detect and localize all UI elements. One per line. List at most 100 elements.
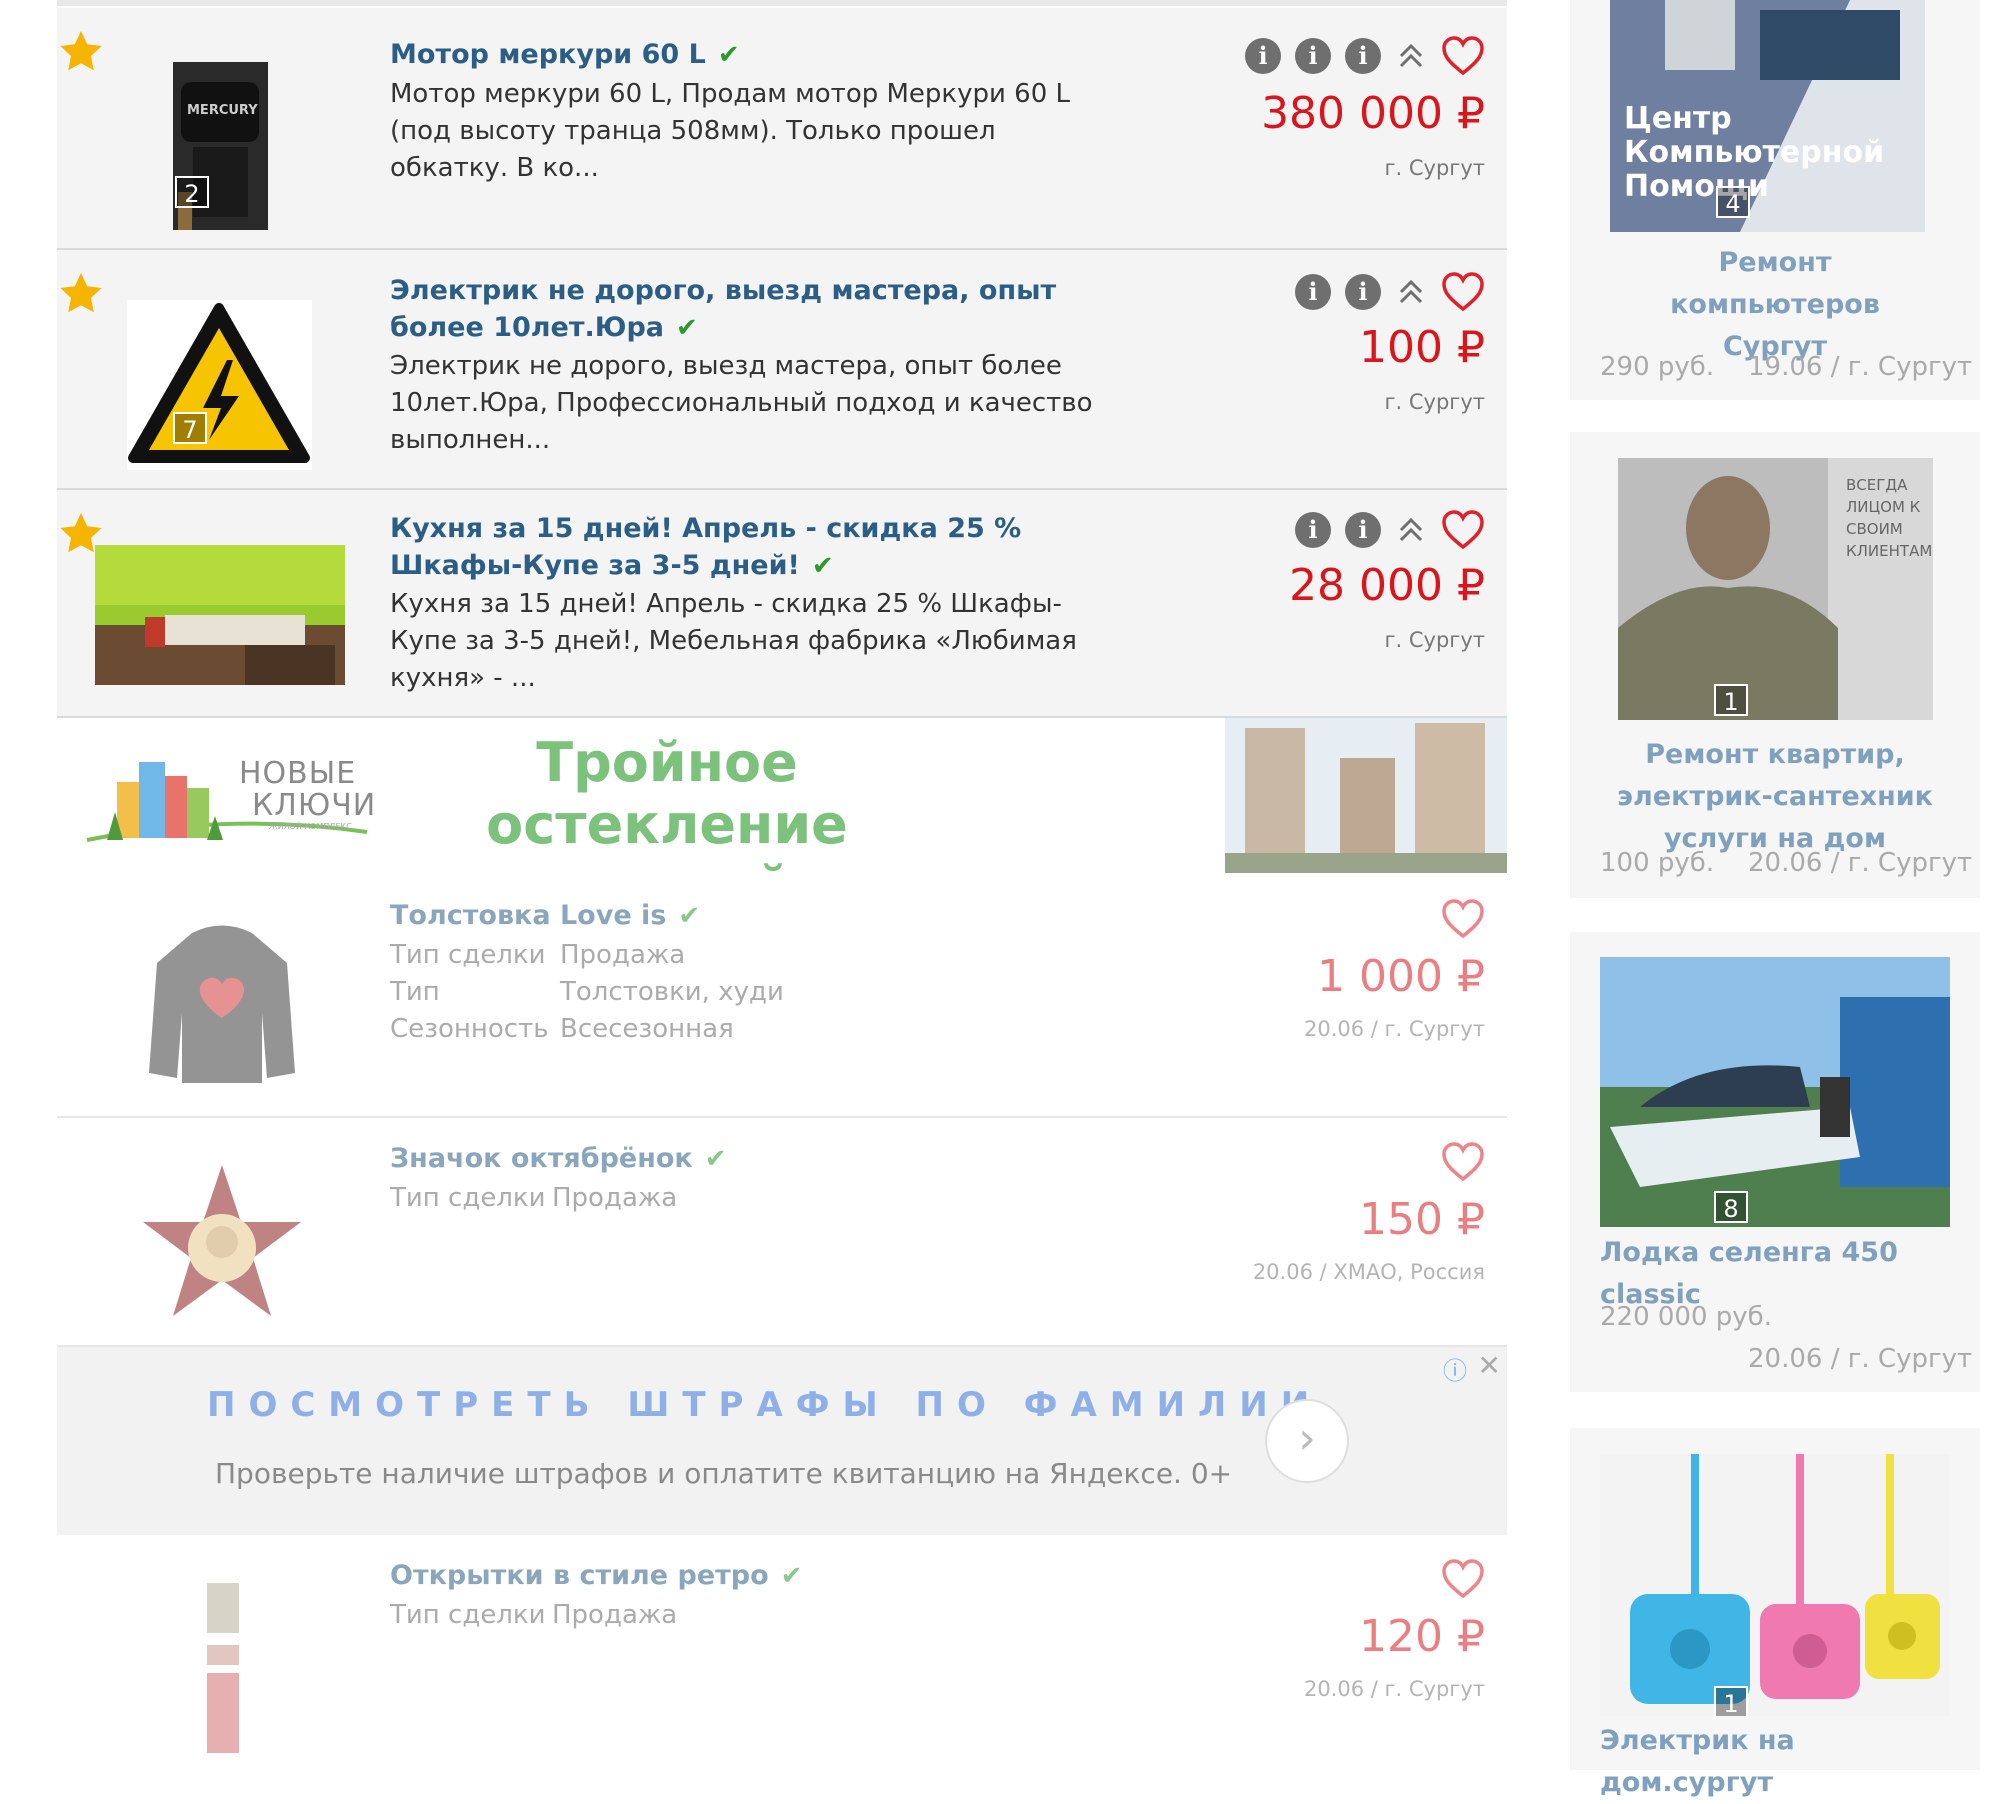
verified-check-icon: ✔ <box>780 1561 803 1591</box>
listing-meta: 20.06 / ХМАО, Россия <box>1252 1260 1485 1284</box>
sidebar-card-photo[interactable]: ВСЕГДА ЛИЦОМ К СВОИМ КЛИЕНТАМ 1 <box>1618 458 1933 720</box>
sidebar-card-image-text: Центр Компьютерной Помощи <box>1624 101 1885 204</box>
listing-row[interactable]: MERCURY 2 Мотор меркури 60 L ✔ Мотор мерк… <box>57 8 1507 250</box>
listing-row[interactable]: Толстовка Love is ✔ Тип сделки Продажа Тип… <box>57 873 1507 1118</box>
ad-next-button[interactable]: › <box>1265 1399 1349 1483</box>
banner-logo-line1: НОВЫЕ <box>239 756 357 791</box>
listing-row[interactable]: Значок октябрёнок ✔ Тип сделки Продажа 150… <box>57 1118 1507 1347</box>
listing-title[interactable]: Значок октябрёнок ✔ <box>390 1140 727 1178</box>
info-icon[interactable]: i <box>1345 38 1381 74</box>
yandex-ad[interactable]: ⓘ ✕ ПОСМОТРЕТЬ ШТРАФЫ ПО ФАМИЛИИ Проверь… <box>57 1347 1507 1535</box>
listing-row[interactable]: Открытки в стиле ретро ✔ Тип сделки Продаж… <box>57 1535 1507 1770</box>
attr-key: Тип сделки <box>390 1183 546 1213</box>
listing-title[interactable]: Толстовка Love is ✔ <box>390 897 700 935</box>
sidebar-card[interactable]: 8 Лодка селенга 450 classic 220 000 руб.… <box>1570 932 1980 1392</box>
raise-up-icon[interactable] <box>1395 38 1427 74</box>
listing-price: 100 ₽ <box>1359 322 1485 373</box>
info-icon[interactable]: i <box>1345 274 1381 310</box>
attr-key: Тип <box>390 977 440 1007</box>
listing-price: 380 000 ₽ <box>1261 88 1485 139</box>
favorite-heart-icon[interactable] <box>1441 36 1485 76</box>
listing-photo[interactable] <box>95 545 345 685</box>
verified-check-icon: ✔ <box>676 313 698 343</box>
star-icon <box>60 31 102 71</box>
attr-value: Продажа <box>552 1600 678 1630</box>
attr-value: Продажа <box>560 940 686 970</box>
info-icon[interactable]: i <box>1295 512 1331 548</box>
raise-up-icon[interactable] <box>1395 274 1427 310</box>
ad-subtitle: Проверьте наличие штрафов и оплатите кви… <box>215 1457 1233 1490</box>
listing-row[interactable]: Кухня за 15 дней! Апрель - скидка 25 % Ш… <box>57 490 1507 718</box>
listing-price: 150 ₽ <box>1359 1194 1485 1245</box>
listing-title[interactable]: Открытки в стиле ретро ✔ <box>390 1557 802 1595</box>
listing-photo[interactable] <box>137 923 307 1093</box>
sidebar-card-photo[interactable]: Центр Компьютерной Помощи 4 <box>1610 0 1925 232</box>
listing-title-text[interactable]: Толстовка Love is <box>390 900 666 931</box>
photo-count-badge: 7 <box>173 412 207 444</box>
info-icon[interactable]: i <box>1295 274 1331 310</box>
sidebar-card-title[interactable]: Электрик на дом.сургут <box>1600 1720 1960 1804</box>
raise-up-icon[interactable] <box>1395 512 1427 548</box>
sidebar-card-title[interactable]: Ремонт квартир, электрик-сантехник услуг… <box>1570 734 1980 860</box>
listing-attributes: Тип сделки Продажа <box>390 1597 677 1634</box>
ad-info-icon[interactable]: ⓘ <box>1443 1351 1467 1386</box>
attr-value: Продажа <box>552 1183 678 1213</box>
photo-count-badge: 1 <box>1714 1686 1748 1716</box>
top-divider <box>57 0 1507 6</box>
favorite-heart-icon[interactable] <box>1441 510 1485 550</box>
sidebar-card-meta: 20.06 / г. Сургут <box>1748 848 1973 878</box>
sidebar-card[interactable]: 1 Электрик на дом.сургут <box>1570 1428 1980 1798</box>
attr-row: Сезонность Всесезонная <box>390 1011 784 1048</box>
listing-title-text[interactable]: Электрик не дорого, выезд мастера, опыт … <box>390 275 1056 343</box>
sidebar-card-meta: 20.06 / г. Сургут <box>1748 1344 1973 1374</box>
favorite-heart-icon[interactable] <box>1441 272 1485 312</box>
listing-city: г. Сургут <box>1384 390 1486 414</box>
sidebar-card-image-text: ВСЕГДА ЛИЦОМ К СВОИМ КЛИЕНТАМ <box>1846 476 1933 560</box>
listing-photo[interactable] <box>203 1583 243 1753</box>
listing-description: Кухня за 15 дней! Апрель - скидка 25 % Ш… <box>390 589 1077 693</box>
info-icon[interactable]: i <box>1295 38 1331 74</box>
listing-attributes: Тип сделки Продажа Тип Толстовки, худи Сез… <box>390 937 784 1048</box>
verified-check-icon: ✔ <box>717 40 740 70</box>
attr-row: Тип сделки Продажа <box>390 1597 677 1634</box>
listing-title[interactable]: Электрик не дорого, выезд мастера, опыт … <box>390 272 1090 347</box>
listing-photo[interactable]: 7 <box>127 300 312 470</box>
listing-title-text[interactable]: Кухня за 15 дней! Апрель - скидка 25 % Ш… <box>390 513 1021 581</box>
info-icon[interactable]: i <box>1345 512 1381 548</box>
listing-photo[interactable]: MERCURY 2 <box>173 62 268 230</box>
ad-title[interactable]: ПОСМОТРЕТЬ ШТРАФЫ ПО ФАМИЛИИ <box>207 1385 1322 1425</box>
listing-title[interactable]: Мотор меркури 60 L ✔ <box>390 36 740 74</box>
ad-close-icon[interactable]: ✕ <box>1478 1349 1501 1382</box>
listing-row[interactable]: 7 Электрик не дорого, выезд мастера, опы… <box>57 250 1507 490</box>
photo-count-badge: 1 <box>1714 684 1748 716</box>
listing-price: 1 000 ₽ <box>1317 951 1485 1002</box>
listing-title[interactable]: Кухня за 15 дней! Апрель - скидка 25 % Ш… <box>390 510 1120 585</box>
listing-title-text[interactable]: Открытки в стиле ретро <box>390 1560 769 1591</box>
attr-row: Тип сделки Продажа <box>390 937 784 974</box>
sidebar-card[interactable]: Центр Компьютерной Помощи 4 Ремонт компь… <box>1570 0 1980 400</box>
verified-check-icon: ✔ <box>678 901 701 931</box>
sidebar-card-title[interactable]: Ремонт компьютеров Сургут <box>1570 242 1980 368</box>
banner-logo-small: ЖИЛОЙ КОМПЛЕКС <box>269 822 352 831</box>
verified-check-icon: ✔ <box>811 551 834 581</box>
banner-ad[interactable]: НОВЫЕ КЛЮЧИ ЖИЛОЙ КОМПЛЕКС Тройное остек… <box>57 718 1507 918</box>
sidebar: Центр Компьютерной Помощи 4 Ремонт компь… <box>1570 0 1980 1798</box>
favorite-heart-icon[interactable] <box>1441 1142 1485 1182</box>
listing-title-text[interactable]: Значок октябрёнок <box>390 1143 693 1174</box>
favorite-heart-icon[interactable] <box>1441 899 1485 939</box>
sidebar-card-price: 100 руб. <box>1600 848 1715 878</box>
sidebar-card-price: 290 руб. <box>1600 352 1715 382</box>
sidebar-card-photo[interactable]: 8 <box>1600 957 1950 1227</box>
star-icon <box>60 273 102 313</box>
listing-price: 28 000 ₽ <box>1289 560 1485 611</box>
sidebar-card-photo[interactable]: 1 <box>1600 1454 1950 1716</box>
listing-attributes: Тип сделки Продажа <box>390 1180 677 1217</box>
listing-title-text[interactable]: Мотор меркури 60 L <box>390 39 706 70</box>
photo-count-badge: 4 <box>1716 186 1750 218</box>
sidebar-card[interactable]: ВСЕГДА ЛИЦОМ К СВОИМ КЛИЕНТАМ 1 Ремонт к… <box>1570 432 1980 898</box>
photo-count-badge: 2 <box>175 176 209 208</box>
listing-photo[interactable] <box>137 1160 307 1330</box>
info-icon[interactable]: i <box>1245 38 1281 74</box>
favorite-heart-icon[interactable] <box>1441 1559 1485 1599</box>
sidebar-card-meta: 19.06 / г. Сургут <box>1748 352 1973 382</box>
